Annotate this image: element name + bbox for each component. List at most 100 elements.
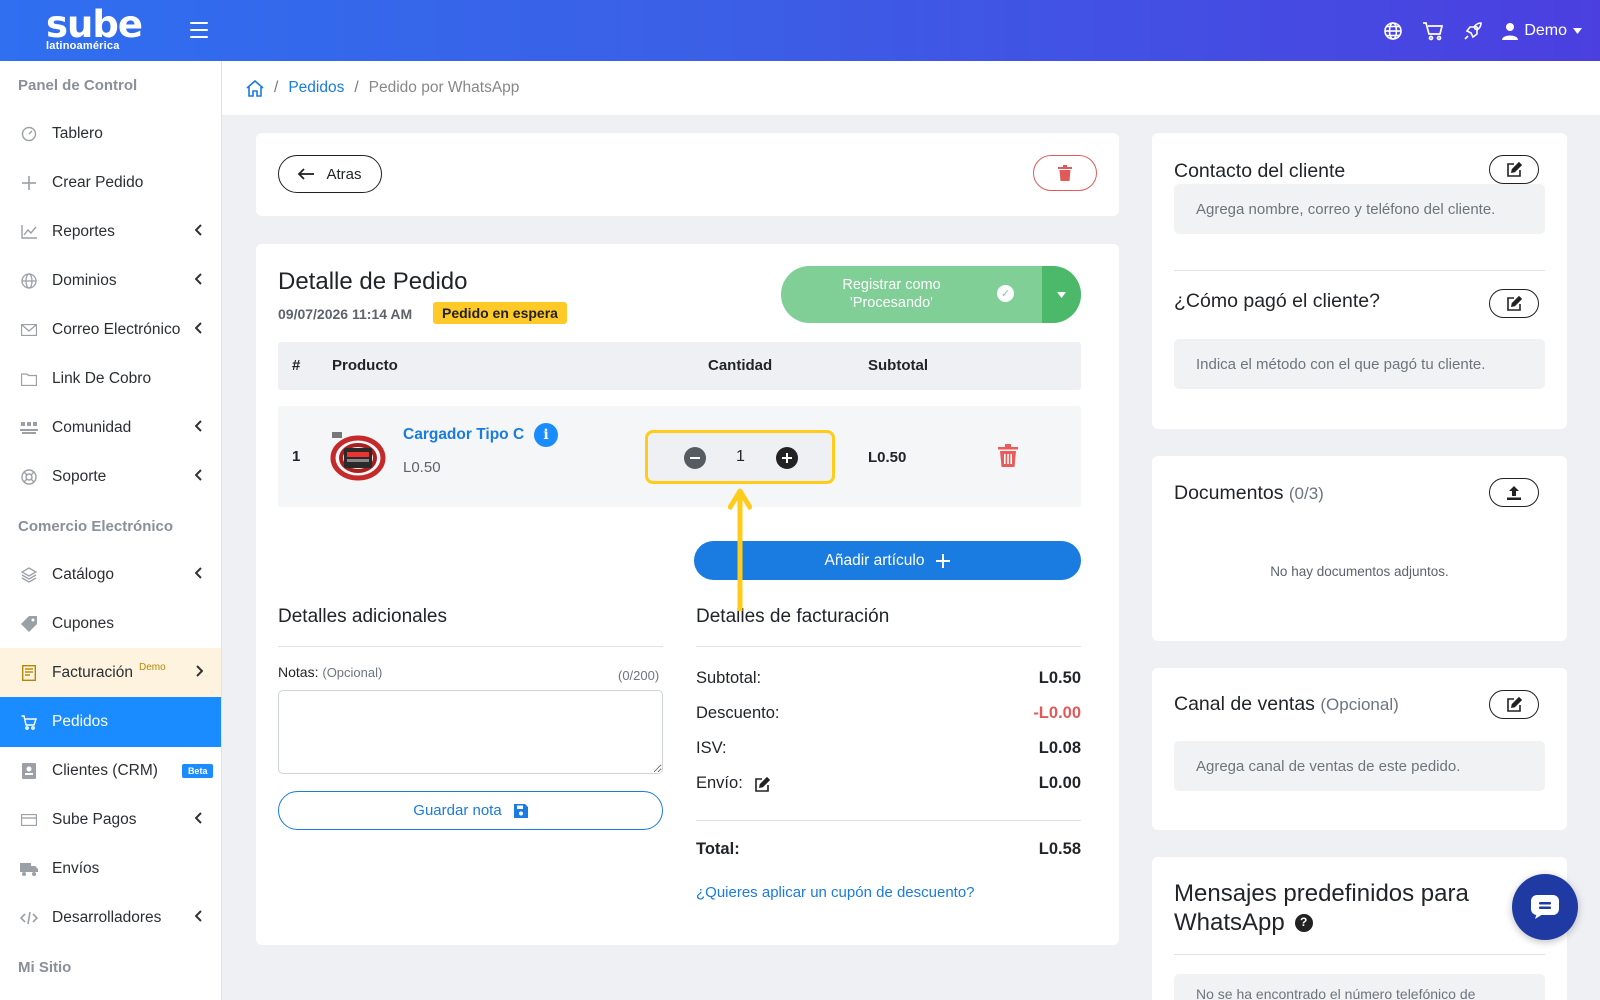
home-icon[interactable] — [246, 79, 264, 97]
cart-icon — [20, 713, 38, 731]
register-dropdown-toggle[interactable] — [1042, 266, 1081, 323]
upload-document-button[interactable] — [1489, 478, 1539, 507]
register-processing-button[interactable]: Registrar como 'Procesando' ✓ — [781, 266, 1042, 323]
sales-channel-optional: (Opcional) — [1320, 695, 1399, 714]
breadcrumb-current: Pedido por WhatsApp — [368, 79, 520, 96]
back-button[interactable]: Atras — [278, 155, 382, 193]
breadcrumb: / Pedidos / Pedido por WhatsApp — [222, 61, 1600, 115]
whatsapp-title: Mensajes predefinidos para WhatsApp ? — [1174, 879, 1469, 937]
sidebar-item-crear-pedido[interactable]: Crear Pedido — [0, 158, 221, 208]
customer-contact-placeholder[interactable]: Agrega nombre, correo y teléfono del cli… — [1174, 184, 1545, 234]
sidebar-item-correo[interactable]: Correo Electrónico — [0, 305, 221, 355]
contact-card-icon — [20, 762, 38, 780]
billing-subtotal-value: L0.50 — [1038, 669, 1081, 687]
chart-line-icon — [20, 223, 38, 241]
sidebar-item-sube-pagos[interactable]: Sube Pagos — [0, 795, 221, 845]
chat-support-button[interactable] — [1512, 874, 1578, 940]
divider — [1174, 954, 1545, 955]
code-icon — [20, 909, 38, 927]
edit-contact-button[interactable] — [1489, 155, 1539, 184]
billing-subtotal-row: Subtotal: L0.50 — [696, 669, 1081, 693]
billing-shipping-row: Envío: L0.00 — [696, 774, 1081, 798]
edit-sales-channel-button[interactable] — [1489, 690, 1539, 719]
sidebar-item-label: Envíos — [52, 860, 100, 877]
sidebar-item-pedidos[interactable]: Pedidos — [0, 697, 221, 747]
increase-quantity-button[interactable] — [776, 447, 798, 469]
billing-shipping-label: Envío: — [696, 774, 743, 792]
sidebar-item-desarrolladores[interactable]: Desarrolladores — [0, 893, 221, 943]
info-icon[interactable]: i — [534, 423, 558, 447]
receipt-icon — [20, 664, 38, 682]
users-icon — [20, 419, 38, 437]
globe-icon[interactable] — [1382, 20, 1404, 42]
plus-icon — [20, 174, 38, 192]
sidebar-item-comunidad[interactable]: Comunidad — [0, 403, 221, 453]
notes-textarea[interactable] — [278, 690, 663, 774]
chat-icon — [1531, 895, 1559, 919]
logo[interactable]: sube latinoamérica — [46, 6, 143, 53]
sidebar-item-soporte[interactable]: Soporte — [0, 452, 221, 502]
order-detail-card: Detalle de Pedido 09/07/2026 11:14 AM Pe… — [256, 244, 1119, 945]
register-processing-label: Registrar como 'Procesando' — [842, 277, 941, 311]
credit-card-icon — [20, 811, 38, 829]
hamburger-menu-icon[interactable] — [190, 22, 208, 38]
billing-subtotal-label: Subtotal: — [696, 669, 762, 687]
delete-order-button[interactable] — [1033, 155, 1097, 191]
sidebar-item-dominios[interactable]: Dominios — [0, 256, 221, 306]
billing-tax-value: L0.08 — [1038, 739, 1081, 757]
product-name-link[interactable]: Cargador Tipo C — [403, 426, 524, 444]
sidebar-item-reportes[interactable]: Reportes — [0, 207, 221, 257]
annotation-arrow — [728, 488, 752, 611]
help-icon[interactable]: ? — [1294, 913, 1313, 932]
beta-badge: Beta — [181, 764, 214, 778]
edit-shipping-icon[interactable] — [754, 777, 770, 793]
sidebar-section-panel: Panel de Control — [18, 77, 138, 94]
whatsapp-messages-card: Mensajes predefinidos para WhatsApp ? No… — [1152, 857, 1567, 1000]
apply-coupon-link[interactable]: ¿Quieres aplicar un cupón de descuento? — [696, 884, 975, 901]
billing-total-label: Total: — [696, 840, 740, 858]
sidebar-item-cupones[interactable]: Cupones — [0, 599, 221, 649]
chevron-left-icon — [195, 224, 202, 236]
billing-tax-label: ISV: — [696, 739, 727, 757]
gauge-icon — [20, 125, 38, 143]
edit-payment-button[interactable] — [1489, 289, 1539, 318]
save-note-button[interactable]: Guardar nota — [278, 791, 663, 830]
sidebar-item-label: Crear Pedido — [52, 174, 144, 191]
decrease-quantity-button[interactable] — [684, 447, 706, 469]
sidebar-item-envios[interactable]: Envíos — [0, 844, 221, 894]
rocket-icon[interactable] — [1462, 20, 1484, 42]
add-item-button[interactable]: Añadir artículo — [694, 541, 1081, 580]
sidebar-item-tablero[interactable]: Tablero — [0, 109, 221, 159]
documents-count: (0/3) — [1288, 484, 1324, 503]
sidebar-item-facturacion[interactable]: Facturación Demo — [0, 648, 221, 698]
globe-icon — [20, 272, 38, 290]
envelope-icon — [20, 321, 38, 339]
sales-channel-placeholder[interactable]: Agrega canal de ventas de este pedido. — [1174, 741, 1545, 791]
truck-icon — [20, 860, 38, 878]
sidebar-item-clientes[interactable]: Clientes (CRM) Beta — [0, 746, 221, 796]
sales-channel-title: Canal de ventas (Opcional) — [1174, 693, 1399, 716]
whatsapp-title-line1: Mensajes predefinidos para — [1174, 880, 1469, 907]
cart-icon[interactable] — [1422, 20, 1444, 42]
user-icon — [1502, 22, 1519, 40]
user-menu[interactable]: Demo — [1502, 22, 1582, 40]
chevron-right-icon — [196, 665, 203, 677]
sidebar-item-link-de-cobro[interactable]: Link De Cobro — [0, 354, 221, 404]
save-note-label: Guardar nota — [413, 802, 502, 819]
notes-char-count: (0/200) — [618, 668, 660, 683]
notes-label: Notas: (Opcional) — [278, 664, 382, 680]
layers-icon — [20, 566, 38, 584]
actions-card: Atras — [256, 133, 1119, 216]
customer-card: Contacto del cliente Agrega nombre, corr… — [1152, 133, 1567, 429]
sidebar-item-catalogo[interactable]: Catálogo — [0, 550, 221, 600]
breadcrumb-orders-link[interactable]: Pedidos — [288, 79, 344, 97]
product-image[interactable] — [330, 426, 386, 486]
sidebar-section-site: Mi Sitio — [18, 959, 72, 976]
header-subtotal: Subtotal — [868, 357, 928, 374]
check-circle-icon: ✓ — [997, 285, 1014, 302]
payment-method-placeholder[interactable]: Indica el método con el que pagó tu clie… — [1174, 339, 1545, 389]
sales-channel-card: Canal de ventas (Opcional) Agrega canal … — [1152, 668, 1567, 830]
quantity-value[interactable]: 1 — [736, 448, 745, 466]
remove-item-button[interactable] — [998, 444, 1018, 472]
chevron-left-icon — [195, 420, 202, 432]
